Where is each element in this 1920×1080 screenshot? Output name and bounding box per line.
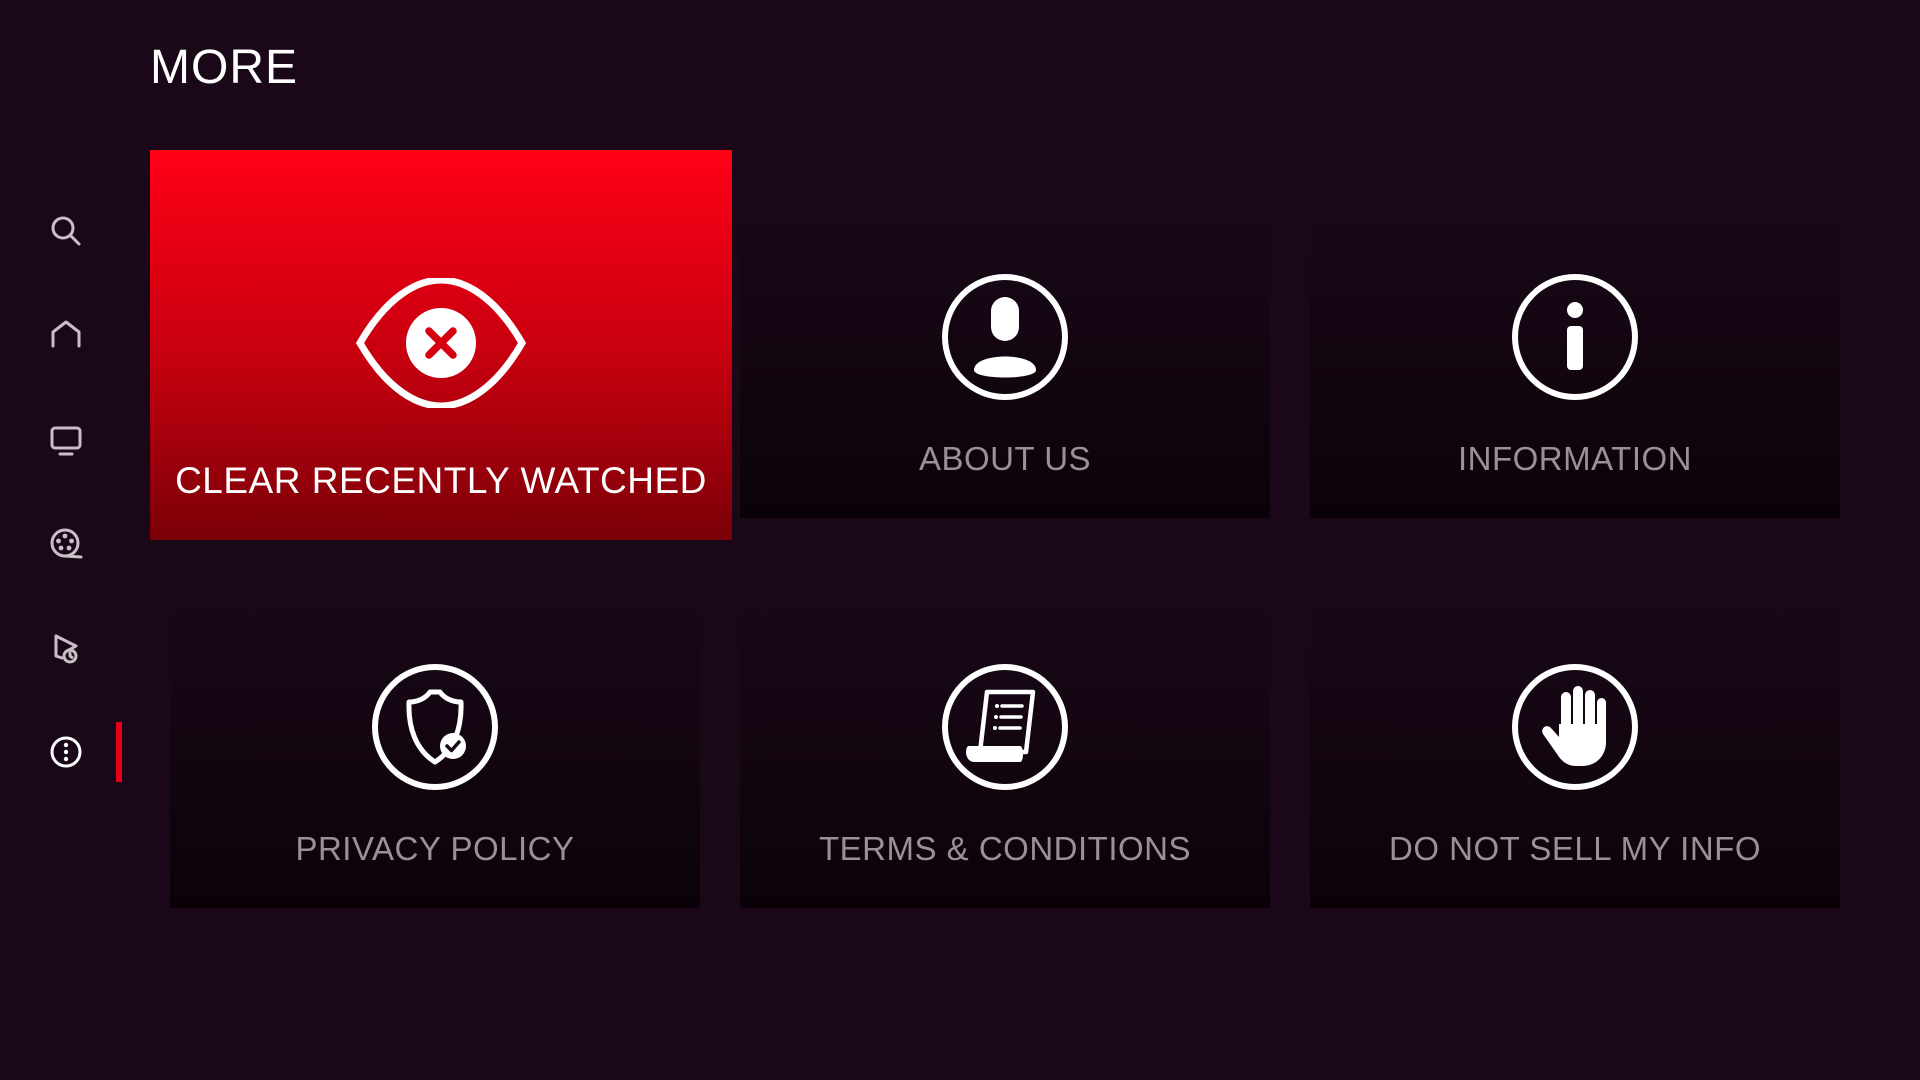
page-title: MORE [150,41,298,94]
shield-check-icon [370,662,500,792]
tile-label: ABOUT US [918,440,1092,477]
home-icon [51,320,81,348]
sidebar-item-more[interactable] [38,724,94,780]
info-icon [1510,272,1640,402]
sidebar-item-recently-watched[interactable] [38,620,94,676]
film-reel-icon [50,528,83,559]
sidebar-item-movies[interactable] [38,516,94,572]
sidebar-nav [0,0,130,1080]
sidebar-item-tv[interactable] [38,412,94,468]
information-tile[interactable]: INFORMATION [1310,170,1840,518]
tile-label: TERMS & CONDITIONS [818,830,1192,867]
user-icon [940,272,1070,402]
tile-label: DO NOT SELL MY INFO [1389,830,1761,867]
about-us-tile[interactable]: ABOUT US [740,170,1270,518]
sidebar-item-home[interactable] [38,306,94,362]
more-icon [50,736,82,768]
tv-icon [50,426,82,456]
privacy-policy-tile[interactable]: PRIVACY POLICY [170,560,700,908]
hand-stop-icon [1510,662,1640,792]
eye-cross-icon [356,278,526,408]
terms-conditions-tile[interactable]: TERMS & CONDITIONS [740,560,1270,908]
do-not-sell-tile[interactable]: DO NOT SELL MY INFO [1310,560,1840,908]
tile-label: INFORMATION [1457,440,1693,477]
active-nav-indicator [116,722,122,782]
document-scroll-icon [940,662,1070,792]
tile-label: PRIVACY POLICY [295,830,575,867]
tile-label: CLEAR RECENTLY WATCHED [175,460,707,501]
sidebar-item-search[interactable] [38,203,94,259]
clear-recently-watched-tile[interactable]: CLEAR RECENTLY WATCHED [150,150,732,540]
watch-history-icon [54,634,78,664]
search-icon [51,216,81,246]
